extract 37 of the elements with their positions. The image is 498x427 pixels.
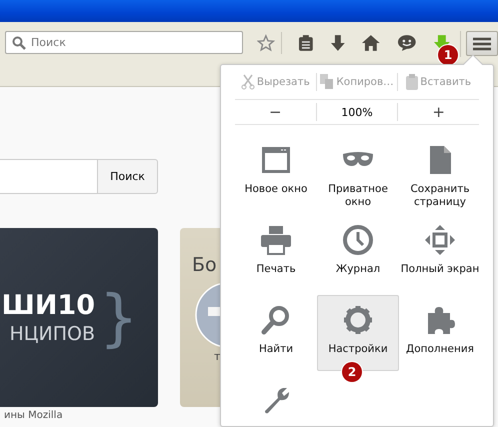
zoom-out-button[interactable]: − xyxy=(235,103,316,121)
menu-icon xyxy=(473,36,492,50)
zoom-in-button[interactable]: + xyxy=(398,103,480,121)
menu-item[interactable]: Новое окно xyxy=(235,135,317,215)
search-input[interactable] xyxy=(0,159,98,194)
chat-smiley-icon[interactable] xyxy=(396,34,417,52)
search-icon xyxy=(12,36,26,50)
card-subtitle: НЦИПОВ xyxy=(9,322,95,346)
scissors-icon xyxy=(240,74,255,90)
card-caption: т xyxy=(214,350,220,363)
brace-text: } xyxy=(99,286,138,348)
search-icon xyxy=(260,304,292,336)
window-icon xyxy=(260,144,292,176)
copy-icon xyxy=(320,74,334,90)
star-icon[interactable] xyxy=(257,34,275,52)
search-button[interactable]: Поиск xyxy=(98,159,158,194)
home-icon[interactable] xyxy=(361,34,381,52)
step-badge: 1 xyxy=(438,45,458,65)
zoom-reset-button[interactable]: 100% xyxy=(316,106,398,118)
menu-item[interactable]: Журнал xyxy=(317,215,399,295)
menu-item[interactable]: Приватное окно xyxy=(317,135,399,215)
fullscreen-icon xyxy=(424,224,456,256)
menu-item[interactable]: Полный экран xyxy=(399,215,481,295)
menu-item[interactable]: Сохранить страницу xyxy=(399,135,481,215)
menu-button[interactable] xyxy=(466,31,498,56)
search-field[interactable]: Поиск xyxy=(5,31,243,54)
printer-icon xyxy=(260,224,292,256)
download-arrow-icon[interactable] xyxy=(330,34,346,52)
card-title: ШИ10 xyxy=(1,290,95,322)
settings-icon xyxy=(342,304,374,336)
clock-icon xyxy=(342,224,374,256)
footer-text: ины Mozilla xyxy=(4,410,64,422)
clipboard-list-icon[interactable] xyxy=(298,34,314,52)
card-title: Бо xyxy=(192,254,217,276)
clipboard-icon xyxy=(406,74,418,90)
step-badge: 2 xyxy=(342,362,362,382)
menu-item[interactable]: Дополнения xyxy=(399,295,481,375)
